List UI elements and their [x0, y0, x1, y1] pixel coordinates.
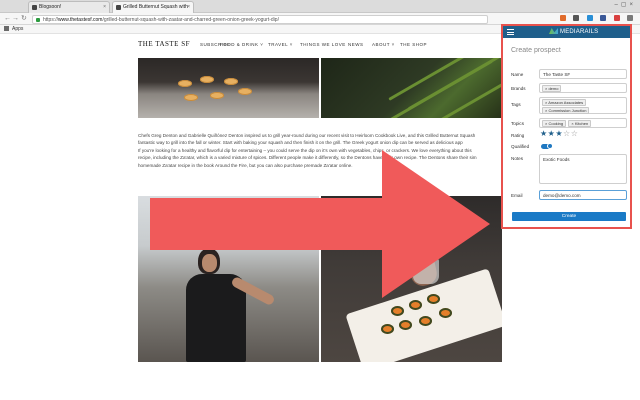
tab-favicon-icon [116, 5, 121, 10]
article-line: Chefs Greg Denton and Gabrielle Quiñónez… [138, 133, 476, 138]
lock-icon [36, 18, 40, 22]
tag-chip[interactable]: × Amazon Associates [542, 99, 587, 106]
brands-field[interactable]: × demo [539, 83, 627, 93]
tab-bar: Blogsoon! × Grilled Butternut Squash wit… [0, 0, 640, 13]
rating-stars[interactable]: ★★★☆☆ [540, 130, 578, 138]
nav-item-the-shop[interactable]: THE SHOP [400, 42, 427, 47]
email-field[interactable]: demo@demo.com [539, 190, 627, 200]
brand-name: MEDIARAILS [560, 29, 599, 35]
nav-item-news[interactable]: NEWS [348, 42, 364, 47]
extension-icon[interactable] [560, 15, 566, 21]
rating-star-icon[interactable]: ★ [555, 129, 563, 138]
back-arrow-icon[interactable]: ← [4, 15, 11, 23]
notes-textarea[interactable]: Exotic Foods [539, 154, 627, 184]
apps-bookmark[interactable]: Apps [12, 26, 23, 32]
name-label: Name [511, 72, 524, 77]
tab-label: Grilled Butternut Squash with [123, 4, 188, 10]
photo-tarts-on-tray [138, 58, 319, 118]
topic-chip[interactable]: × Kitchen [568, 120, 592, 127]
tab-favicon-icon [32, 5, 37, 10]
tab-grilled-squash[interactable]: Grilled Butternut Squash with × [112, 1, 194, 13]
topics-label: Topics [511, 121, 525, 126]
nav-item-things-we-love[interactable]: THINGS WE LOVE [300, 42, 346, 47]
menu-dots-icon[interactable] [627, 15, 634, 21]
extension-popup: MEDIARAILS Create prospect Name The Tast… [501, 24, 632, 229]
hamburger-menu-icon[interactable] [507, 29, 514, 37]
tag-chip[interactable]: × Commission Junction [542, 107, 590, 114]
extension-icon[interactable] [586, 15, 593, 21]
close-tab-icon[interactable]: × [187, 2, 190, 13]
notes-label: Notes [511, 156, 524, 161]
url-prefix: https:// [43, 17, 59, 23]
qualified-label: Qualified [511, 144, 530, 149]
tab-label: Blogsoon! [39, 4, 62, 10]
rating-star-icon[interactable]: ★ [540, 129, 548, 138]
email-label: Email [511, 193, 523, 198]
extension-toolbar [560, 15, 636, 23]
rating-star-icon[interactable]: ☆ [571, 129, 579, 138]
site-logo[interactable]: THE TASTE SF [138, 40, 190, 48]
photo-green-beans-grill [321, 58, 502, 118]
brand-chip[interactable]: × demo [542, 85, 562, 92]
extension-icon[interactable] [573, 15, 580, 21]
tab-blogsoon[interactable]: Blogsoon! × [28, 1, 110, 13]
url-input[interactable]: https://www.thetastesf.com/grilled-butte… [32, 15, 488, 24]
extension-icon[interactable] [613, 15, 620, 21]
apps-grid-icon[interactable] [4, 26, 9, 31]
url-path: /grilled-butternut-squash-with-zaatar-an… [102, 17, 279, 23]
qualified-toggle[interactable] [541, 143, 553, 149]
annotation-arrow-icon [150, 150, 490, 298]
brand-logo: MEDIARAILS [549, 28, 598, 35]
article-line: fantastic way to grill into the fall or … [138, 140, 463, 146]
create-button[interactable]: Create [512, 212, 626, 221]
extension-icon[interactable] [600, 15, 607, 21]
annotation-arrow-shape [150, 150, 490, 298]
forward-arrow-icon[interactable]: → [12, 15, 19, 23]
popup-header: MEDIARAILS [503, 26, 630, 38]
mediarails-logo-icon [549, 28, 558, 34]
rating-label: Rating [511, 133, 525, 138]
rating-star-icon[interactable]: ☆ [563, 129, 571, 138]
nav-item-travel[interactable]: TRAVEL ˅ [268, 42, 293, 47]
popup-title: Create prospect [511, 47, 561, 54]
topic-chip[interactable]: × Cooking [542, 120, 567, 127]
toggle-knob [547, 143, 553, 149]
screen: Blogsoon! × Grilled Butternut Squash wit… [0, 0, 640, 400]
name-field[interactable]: The Taste SF [539, 69, 627, 79]
reload-icon[interactable]: ↻ [21, 15, 27, 23]
nav-item-about[interactable]: ABOUT ˅ [372, 42, 395, 47]
url-domain: www.thetastesf.com [58, 17, 103, 23]
brands-label: Brands [511, 86, 526, 91]
topics-field[interactable]: × Cooking × Kitchen [539, 118, 627, 128]
close-tab-icon[interactable]: × [103, 2, 106, 13]
tags-field[interactable]: × Amazon Associates × Commission Junctio… [539, 97, 627, 114]
window-controls[interactable]: –▢× [614, 1, 636, 8]
nav-item-food-drink[interactable]: FOOD & DRINK ˅ [220, 42, 263, 47]
tags-label: Tags [511, 102, 521, 107]
